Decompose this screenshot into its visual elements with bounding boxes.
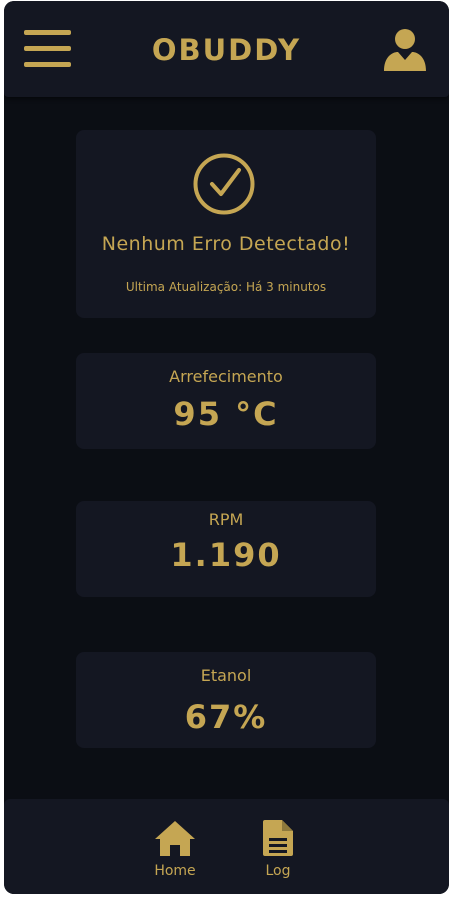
last-update-text: Ultima Atualização: Há 3 minutos [125,280,327,294]
bottom-nav: Home Log [4,799,449,894]
home-icon [155,821,195,856]
nav-item-log[interactable]: Log [243,819,313,883]
nav-label-home: Home [154,863,196,879]
nav-label-log: Log [265,863,291,879]
profile-button[interactable] [382,27,428,73]
metric-label: Arrefecimento [169,367,283,386]
app-header: OBUDDY [4,1,449,97]
check-circle-icon [193,153,255,215]
user-profile-icon [384,29,426,71]
metric-value: 67% [184,698,268,736]
document-icon [263,820,293,856]
status-title: Nenhum Erro Detectado! [101,233,351,255]
app-screen: OBUDDY Nenhum Erro Detectado! Ultima Atu… [4,1,449,894]
metric-label: Etanol [200,666,252,685]
nav-item-home[interactable]: Home [140,819,210,883]
metric-value: 1.190 [170,536,282,574]
metric-value: 95 °C [173,395,279,433]
metric-label: RPM [208,510,244,529]
